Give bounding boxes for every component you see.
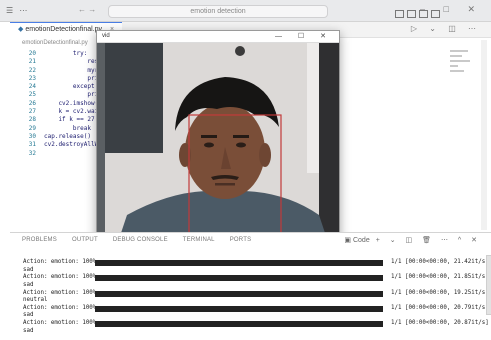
editor-actions[interactable]: ▷ ⌄ ◫ ⋯ xyxy=(411,24,481,33)
code-text: try: xyxy=(44,50,88,57)
progress-text: 1/1 [00:00<00:00, 20.79it/s] xyxy=(391,304,489,311)
code-text: cv2.imshow( xyxy=(44,99,99,107)
code-text: if k == 27 xyxy=(44,116,95,124)
progress-line: Action: emotion: 100% 1/1 [00:00<00:00, 2… xyxy=(23,259,489,267)
search-label: emotion detection xyxy=(190,8,246,15)
webcam-video-frame xyxy=(97,43,339,245)
toggle-panel-icon[interactable] xyxy=(407,10,416,18)
action-text: Action: emotion: 100% xyxy=(23,289,97,296)
progress-bar xyxy=(95,290,383,297)
progress-line: Action: emotion: 100% 1/1 [00:00<00:00, 2… xyxy=(23,320,489,328)
emotion-label: neutral xyxy=(23,297,48,304)
line-number: 25 xyxy=(28,91,36,99)
progress-text: 1/1 [00:00<00:00, 21.85it/s] xyxy=(391,274,489,281)
action-text: Action: emotion: 100% xyxy=(23,320,97,327)
line-number: 22 xyxy=(28,66,36,74)
action-text: Action: emotion: 100% xyxy=(23,304,97,311)
progress-bar xyxy=(95,305,383,312)
webcam-window-controls[interactable]: — ☐ ✕ xyxy=(275,32,333,40)
breadcrumb: emotionDetectionfinal.py xyxy=(22,40,88,46)
line-number: 29 xyxy=(28,124,36,132)
line-number: 20 xyxy=(28,50,36,57)
editor-scrollbar[interactable] xyxy=(481,40,487,230)
code-text: resu xyxy=(44,58,102,66)
progress-line: Action: emotion: 100% 1/1 [00:00<00:00, 2… xyxy=(23,274,489,282)
line-number: 32 xyxy=(28,149,36,157)
terminal-scrollbar[interactable] xyxy=(486,255,491,315)
line-number: 24 xyxy=(28,83,36,91)
panel-controls[interactable]: ▣ Code + ⌄ ◫ 🗑 ⋯ ^ ✕ xyxy=(344,236,481,244)
line-number: 23 xyxy=(28,74,36,82)
toggle-sidebar-icon[interactable] xyxy=(395,10,404,18)
code-text: pri xyxy=(44,74,99,82)
code-text: break xyxy=(44,124,91,132)
emotion-label: sad xyxy=(23,327,34,334)
output-entry: Action: emotion: 100% 1/1 [00:00<00:00, 2… xyxy=(23,304,489,320)
breadcrumb-item[interactable]: emotionDetectionfinal.py xyxy=(22,40,88,46)
minimap[interactable] xyxy=(450,50,472,80)
tab-output[interactable]: OUTPUT xyxy=(72,237,98,243)
line-number: 30 xyxy=(28,132,36,140)
tab-terminal[interactable]: TERMINAL xyxy=(183,237,215,243)
code-text: cv2.destroyAllW xyxy=(44,141,99,149)
emotion-label: sad xyxy=(23,312,34,319)
code-text: cap.release() xyxy=(44,132,91,140)
emotion-label: sad xyxy=(23,281,34,288)
code-text: myr xyxy=(44,66,99,74)
line-number: 21 xyxy=(28,58,36,66)
progress-text: 1/1 [00:00<00:00, 20.87it/s] xyxy=(391,320,489,327)
progress-bar xyxy=(95,275,383,282)
nav-arrows[interactable]: ← → xyxy=(78,5,96,14)
tab-ports[interactable]: PORTS xyxy=(230,237,252,243)
window-controls[interactable]: – □ ✕ xyxy=(420,4,483,15)
output-entry: Action: emotion: 100% 1/1 [00:00<00:00, 2… xyxy=(23,320,489,335)
progress-line: Action: emotion: 100% 1/1 [00:00<00:00, 2… xyxy=(23,304,489,313)
webcam-image xyxy=(97,43,339,245)
output-entry: Action: emotion: 100% 1/1 [00:00<00:00, 2… xyxy=(23,259,489,274)
code-text: pri xyxy=(44,91,99,99)
line-number: 31 xyxy=(28,141,36,149)
tab-debug-console[interactable]: DEBUG CONSOLE xyxy=(113,237,168,243)
panel-tab-bar: PROBLEMS OUTPUT DEBUG CONSOLE TERMINAL PORTS xyxy=(22,237,266,243)
webcam-title-bar[interactable]: vid — ☐ ✕ xyxy=(97,31,339,43)
output-entry: Action: emotion: 100% 1/1 [00:00<00:00, 1… xyxy=(23,289,489,305)
code-text: k = cv2.wai xyxy=(44,108,99,116)
progress-bar xyxy=(95,260,383,266)
output-entry: Action: emotion: 100% 1/1 [00:00<00:00, 2… xyxy=(23,274,489,289)
bottom-panel: PROBLEMS OUTPUT DEBUG CONSOLE TERMINAL PORTS… xyxy=(10,232,491,340)
line-number: 27 xyxy=(28,108,36,116)
emotion-label: sad xyxy=(23,266,34,273)
webcam-title: vid xyxy=(102,33,110,39)
terminal-output[interactable]: Action: emotion: 100% 1/1 [00:00<00:00, 2… xyxy=(23,259,489,335)
menu-icon[interactable]: ☰ ⋯ xyxy=(6,6,29,15)
python-file-icon: ◆ xyxy=(18,26,24,33)
tab-problems[interactable]: PROBLEMS xyxy=(22,237,57,243)
terminal-select[interactable]: ▣ Code xyxy=(344,237,369,244)
code-text: except xyxy=(44,83,95,91)
action-text: Action: emotion: 100% xyxy=(23,274,97,281)
action-text: Action: emotion: 100% xyxy=(23,259,97,265)
line-number: 28 xyxy=(28,116,36,124)
progress-bar xyxy=(95,321,383,328)
command-center-search[interactable]: emotion detection xyxy=(108,5,328,18)
line-number: 26 xyxy=(28,99,36,107)
progress-text: 1/1 [00:00<00:00, 21.42it/s] xyxy=(391,259,489,265)
progress-line: Action: emotion: 100% 1/1 [00:00<00:00, 1… xyxy=(23,289,489,298)
progress-text: 1/1 [00:00<00:00, 19.25it/s] xyxy=(391,289,489,296)
terminal-select-label: Code xyxy=(352,237,370,244)
tab-label: emotionDetectionfinal.py xyxy=(25,26,102,33)
title-bar: ☰ ⋯ ← → emotion detection – □ ✕ xyxy=(0,0,491,22)
webcam-window[interactable]: vid — ☐ ✕ xyxy=(96,30,340,245)
